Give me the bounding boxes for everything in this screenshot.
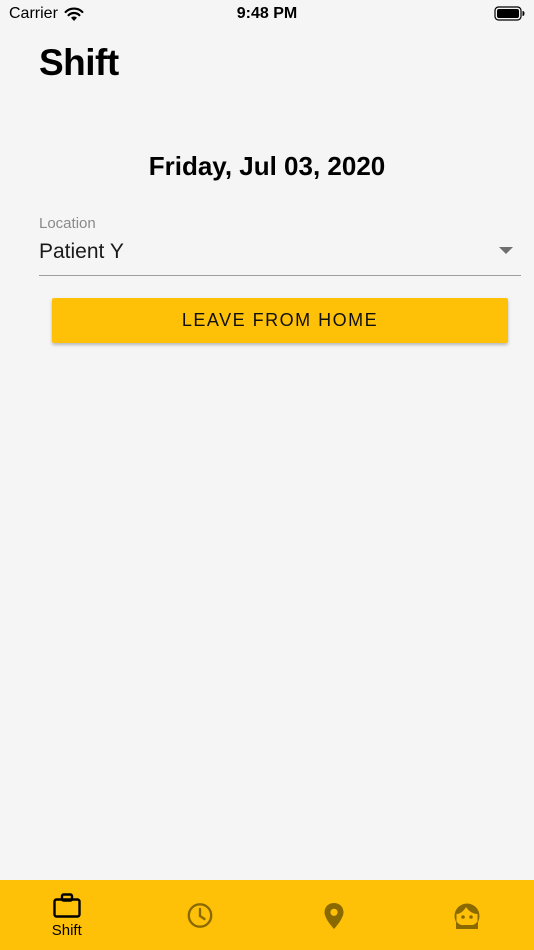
location-value: Patient Y [39,240,124,263]
status-bar: Carrier 9:48 PM [0,0,534,28]
status-time: 9:48 PM [236,5,298,22]
dropdown-arrow-icon [499,247,513,254]
clock-icon [187,902,214,934]
battery-icon [494,6,526,26]
location-label: Location [39,215,96,232]
face-icon [453,902,481,935]
leave-from-home-button[interactable]: LEAVE FROM HOME [52,298,508,343]
bottom-navigation: Shift [0,880,534,950]
nav-label-shift: Shift [51,922,82,939]
map-pin-icon [323,902,345,935]
location-dropdown[interactable]: Location Patient Y [39,213,521,276]
date-heading: Friday, Jul 03, 2020 [148,151,386,181]
briefcase-icon [53,893,81,924]
nav-tab-profile[interactable] [401,880,534,950]
nav-tab-shift[interactable]: Shift [0,880,134,950]
nav-tab-location[interactable] [267,880,401,950]
page-title: Shift [39,42,119,83]
nav-tab-time[interactable] [134,880,268,950]
